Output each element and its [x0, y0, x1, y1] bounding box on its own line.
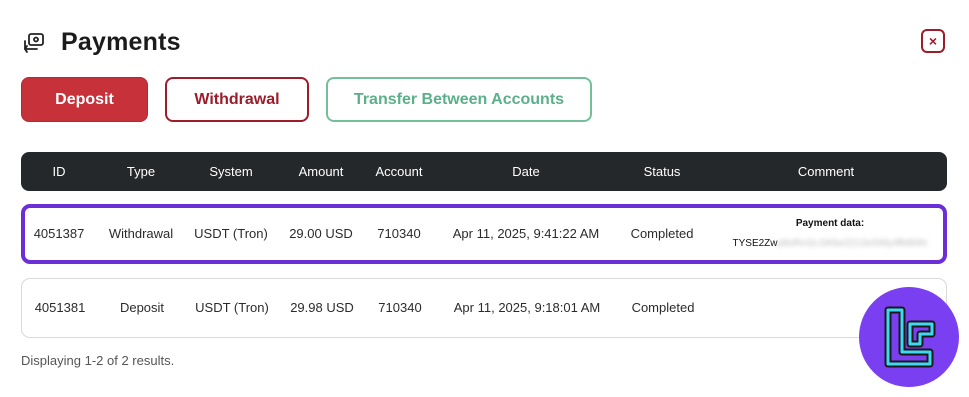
cell-date: Apr 11, 2025, 9:41:22 AM: [452, 226, 600, 241]
brand-logo: [859, 287, 959, 387]
cell-amount: 29.00 USD: [289, 226, 353, 241]
table-row[interactable]: 4051381 Deposit USDT (Tron) 29.98 USD 71…: [21, 278, 947, 338]
payment-tabs: Deposit Withdrawal Transfer Between Acco…: [21, 77, 592, 122]
payments-icon: [21, 30, 47, 56]
table-row[interactable]: 4051387 Withdrawal USDT (Tron) 29.00 USD…: [21, 204, 947, 264]
tab-withdrawal[interactable]: Withdrawal: [165, 77, 309, 122]
cell-system: USDT (Tron): [194, 226, 268, 241]
cell-date: Apr 11, 2025, 9:18:01 AM: [453, 300, 601, 315]
cell-type: Withdrawal: [108, 226, 174, 241]
tab-transfer-between-accounts[interactable]: Transfer Between Accounts: [326, 77, 592, 122]
close-button[interactable]: ×: [921, 29, 945, 53]
page-title: Payments: [61, 28, 181, 56]
column-header-system: System: [209, 164, 253, 179]
comment-value: TYSE2Zwp8xRcGLGKbx2213sSWy4fb8l4ln: [732, 238, 927, 249]
cell-type: Deposit: [119, 300, 165, 315]
results-summary: Displaying 1-2 of 2 results.: [21, 353, 175, 368]
close-icon: ×: [928, 33, 938, 49]
cell-id: 4051387: [33, 226, 85, 241]
column-header-id: ID: [52, 164, 66, 179]
column-header-date: Date: [512, 164, 540, 179]
column-header-comment: Comment: [797, 164, 855, 179]
cell-amount: 29.98 USD: [290, 300, 354, 315]
cell-account: 710340: [378, 300, 422, 315]
column-header-type: Type: [126, 164, 156, 179]
comment-obscured-text: p8xRcGLGKbx2213sSWy4fb8l4ln: [777, 238, 928, 249]
tab-deposit[interactable]: Deposit: [21, 77, 148, 122]
column-header-account: Account: [375, 164, 423, 179]
comment-visible-text: TYSE2Zw: [732, 238, 778, 249]
column-header-amount: Amount: [298, 164, 344, 179]
table-header: ID Type System Amount Account Date Statu…: [21, 152, 947, 191]
cell-system: USDT (Tron): [195, 300, 269, 315]
cell-account: 710340: [377, 226, 421, 241]
cell-status: Completed: [631, 300, 695, 315]
comment-label: Payment data:: [795, 218, 865, 229]
cell-id: 4051381: [34, 300, 86, 315]
cell-status: Completed: [630, 226, 694, 241]
page-header: Payments: [21, 28, 181, 57]
column-header-status: Status: [643, 164, 681, 179]
